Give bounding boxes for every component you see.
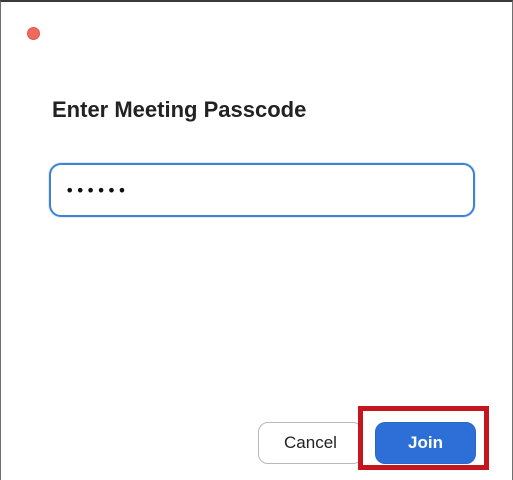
dialog-title: Enter Meeting Passcode bbox=[52, 97, 307, 122]
passcode-field[interactable] bbox=[49, 163, 475, 217]
passcode-input[interactable] bbox=[65, 173, 455, 207]
join-button[interactable]: Join bbox=[375, 422, 476, 464]
passcode-dialog: Enter Meeting Passcode Cancel Join bbox=[0, 0, 513, 480]
close-traffic-light-icon[interactable] bbox=[27, 27, 40, 40]
cancel-button[interactable]: Cancel bbox=[258, 422, 363, 464]
